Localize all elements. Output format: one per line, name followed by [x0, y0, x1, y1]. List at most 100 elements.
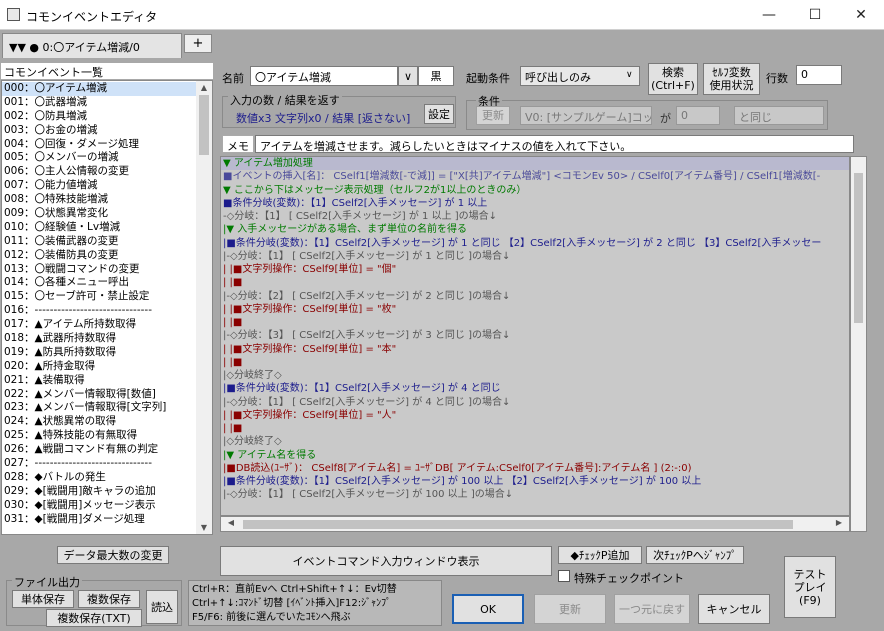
- list-item[interactable]: 015：〇セーブ許可・禁止設定: [2, 290, 198, 304]
- command-line[interactable]: |-◇分岐：【2】 [ CSelf2[入手メッセージ] が 2 と同じ ]の場合…: [221, 290, 849, 303]
- horizontal-scroll-thumb[interactable]: [243, 520, 793, 529]
- code-horizontal-scrollbar[interactable]: ◀ ▶: [220, 516, 850, 532]
- list-item[interactable]: 030：◆[戦闘用]メッセージ表示: [2, 499, 198, 513]
- command-line[interactable]: | |■: [221, 356, 849, 369]
- command-line[interactable]: |-◇分岐：【1】 [ CSelf2[入手メッセージ] が 4 と同じ ]の場合…: [221, 396, 849, 409]
- list-item[interactable]: 023：▲メンバー情報取得[文字列]: [2, 401, 198, 415]
- multi-save-button[interactable]: 複数保存: [78, 590, 140, 608]
- list-item[interactable]: 004：〇回復・ダメージ処理: [2, 138, 198, 152]
- condition-variable-select[interactable]: V0: [サンプルゲーム]コッ: [520, 106, 652, 125]
- list-item[interactable]: 031：◆[戦闘用]ダメージ処理: [2, 513, 198, 527]
- scroll-thumb[interactable]: [199, 95, 209, 155]
- special-checkpoint-checkbox[interactable]: [558, 570, 570, 582]
- vertical-scroll-thumb[interactable]: [854, 173, 863, 323]
- list-item[interactable]: 007：〇能力値増減: [2, 179, 198, 193]
- trigger-select[interactable]: 呼び出しのみ: [520, 66, 640, 86]
- list-item[interactable]: 006：〇主人公情報の変更: [2, 165, 198, 179]
- list-item[interactable]: 022：▲メンバー情報取得[数値]: [2, 388, 198, 402]
- self-var-usage-button[interactable]: ｾﾙﾌ変数 使用状況: [703, 63, 760, 95]
- list-item[interactable]: 013：〇戦闘コマンドの変更: [2, 263, 198, 277]
- command-line[interactable]: |■条件分岐(変数)：【1】CSelf2[入手メッセージ] が 100 以上 【…: [221, 475, 849, 488]
- maximize-button[interactable]: ☐: [792, 0, 838, 30]
- event-list-scrollbar[interactable]: ▲ ▼: [196, 81, 212, 534]
- list-item[interactable]: 014：〇各種メニュー呼出: [2, 276, 198, 290]
- ok-button[interactable]: OK: [452, 594, 524, 624]
- scroll-left-icon[interactable]: ◀: [223, 518, 239, 527]
- scroll-right-icon[interactable]: ▶: [831, 518, 847, 527]
- command-line[interactable]: | |■文字列操作：CSelf9[単位] = "人": [221, 409, 849, 422]
- list-item[interactable]: 021：▲装備取得: [2, 374, 198, 388]
- command-input-window-button[interactable]: イベントコマンド入力ウィンドウ表示: [220, 546, 552, 576]
- command-line[interactable]: ▼ ここから下はメッセージ表示処理（セルフ2が1以上のときのみ）: [221, 184, 849, 197]
- list-item[interactable]: 020：▲所持金取得: [2, 360, 198, 374]
- name-dropdown-icon[interactable]: ∨: [398, 66, 418, 86]
- event-list[interactable]: 000：〇アイテム増減 001：〇武器増減 002：〇防具増減 003：〇お金の増減 0…: [1, 80, 213, 535]
- list-item[interactable]: 003：〇お金の増減: [2, 124, 198, 138]
- memo-input[interactable]: アイテムを増減させます。減らしたいときはマイナスの値を入れて下さい。: [255, 135, 854, 153]
- command-line[interactable]: |▼ アイテム名を得る: [221, 449, 849, 462]
- list-item[interactable]: 018：▲武器所持数取得: [2, 332, 198, 346]
- list-item[interactable]: 027：-------------------------------: [2, 457, 198, 471]
- command-line[interactable]: ■条件分岐(変数)：【1】CSelf2[入手メッセージ] が 1 以上: [221, 197, 849, 210]
- list-item[interactable]: 024：▲状態異常の取得: [2, 415, 198, 429]
- command-line[interactable]: -◇分岐：【1】 [ CSelf2[入手メッセージ] が 1 以上 ]の場合↓: [221, 210, 849, 223]
- list-item[interactable]: 005：〇メンバーの増減: [2, 151, 198, 165]
- command-line[interactable]: | |■: [221, 422, 849, 435]
- code-vertical-scrollbar[interactable]: [850, 156, 867, 532]
- command-line[interactable]: ■イベントの挿入[名]： CSelf1[増減数[-で減]] = ["X[共]アイ…: [221, 170, 849, 183]
- lines-input[interactable]: 0: [796, 65, 842, 85]
- event-command-list[interactable]: ▼ アイテム増加処理 ■イベントの挿入[名]： CSelf1[増減数[-で減]] …: [220, 156, 850, 516]
- command-line[interactable]: | |■文字列操作：CSelf9[単位] = "個": [221, 263, 849, 276]
- single-save-button[interactable]: 単体保存: [12, 590, 74, 608]
- list-item[interactable]: 008：〇特殊技能増減: [2, 193, 198, 207]
- command-line[interactable]: | |■文字列操作：CSelf9[単位] = "本": [221, 343, 849, 356]
- load-button[interactable]: 読込: [146, 590, 178, 624]
- command-line[interactable]: |◇分岐終了◇: [221, 435, 849, 448]
- undo-button[interactable]: 一つ元に戻す: [614, 594, 690, 624]
- command-line[interactable]: |■条件分岐(変数)：【1】CSelf2[入手メッセージ] が 1 と同じ 【2…: [221, 237, 849, 250]
- list-item[interactable]: 016：-------------------------------: [2, 304, 198, 318]
- condition-update-button[interactable]: 更新: [476, 106, 510, 125]
- list-item[interactable]: 019：▲防具所持数取得: [2, 346, 198, 360]
- list-item[interactable]: 017：▲アイテム所持数取得: [2, 318, 198, 332]
- multi-save-txt-button[interactable]: 複数保存(TXT): [46, 609, 142, 627]
- search-button[interactable]: 検索 (Ctrl+F): [648, 63, 698, 95]
- command-line[interactable]: |◇分岐終了◇: [221, 369, 849, 382]
- scroll-up-icon[interactable]: ▲: [196, 83, 212, 92]
- cancel-button[interactable]: キャンセル: [698, 594, 770, 624]
- close-button[interactable]: ✕: [838, 0, 884, 30]
- command-line[interactable]: |▼ 入手メッセージがある場合、まず単位の名前を得る: [221, 223, 849, 236]
- command-line[interactable]: |■条件分岐(変数)：【1】CSelf2[入手メッセージ] が 4 と同じ: [221, 382, 849, 395]
- command-line[interactable]: |■DB読込(ﾕｰｻﾞ)： CSelf8[アイテム名] = ﾕｰｻﾞDB[ アイ…: [221, 462, 849, 475]
- list-item[interactable]: 026：▲戦闘コマンド有無の判定: [2, 443, 198, 457]
- list-item[interactable]: 028：◆バトルの発生: [2, 471, 198, 485]
- command-line[interactable]: | |■: [221, 316, 849, 329]
- command-line[interactable]: | |■文字列操作：CSelf9[単位] = "枚": [221, 303, 849, 316]
- list-item[interactable]: 002：〇防具増減: [2, 110, 198, 124]
- list-item[interactable]: 011：〇装備武器の変更: [2, 235, 198, 249]
- list-item[interactable]: 001：〇武器増減: [2, 96, 198, 110]
- next-checkpoint-button[interactable]: 次ﾁｪｯｸPへｼﾞｬﾝﾌﾟ: [646, 546, 744, 564]
- list-item[interactable]: 009：〇状態異常変化: [2, 207, 198, 221]
- list-item[interactable]: 000：〇アイテム増減: [2, 82, 198, 96]
- condition-operator-select[interactable]: と同じ: [734, 106, 824, 125]
- scroll-down-icon[interactable]: ▼: [196, 523, 212, 532]
- list-item[interactable]: 029：◆[戦闘用]敵キャラの追加: [2, 485, 198, 499]
- apply-button[interactable]: 更新: [534, 594, 606, 624]
- command-line[interactable]: |-◇分岐：【1】 [ CSelf2[入手メッセージ] が 1 と同じ ]の場合…: [221, 250, 849, 263]
- list-item[interactable]: 025：▲特殊技能の有無取得: [2, 429, 198, 443]
- io-set-button[interactable]: 設定: [424, 104, 454, 124]
- tab-common-event[interactable]: ▼▼ ● 0:〇アイテム増減/0: [2, 33, 182, 58]
- minimize-button[interactable]: —: [746, 0, 792, 30]
- max-count-button[interactable]: データ最大数の変更: [57, 546, 169, 564]
- list-item[interactable]: 010：〇経験値・Lv増減: [2, 221, 198, 235]
- color-select[interactable]: 黒: [418, 66, 454, 86]
- add-tab-button[interactable]: +: [184, 34, 212, 53]
- name-input[interactable]: 〇アイテム増減: [250, 66, 398, 86]
- test-play-button[interactable]: テスト プレイ (F9): [784, 556, 836, 618]
- add-checkpoint-button[interactable]: ◆ﾁｪｯｸP追加: [558, 546, 642, 564]
- command-line[interactable]: |-◇分岐：【1】 [ CSelf2[入手メッセージ] が 100 以上 ]の場…: [221, 488, 849, 501]
- command-line[interactable]: |-◇分岐：【3】 [ CSelf2[入手メッセージ] が 3 と同じ ]の場合…: [221, 329, 849, 342]
- list-item[interactable]: 012：〇装備防具の変更: [2, 249, 198, 263]
- condition-value-input[interactable]: 0: [676, 106, 720, 125]
